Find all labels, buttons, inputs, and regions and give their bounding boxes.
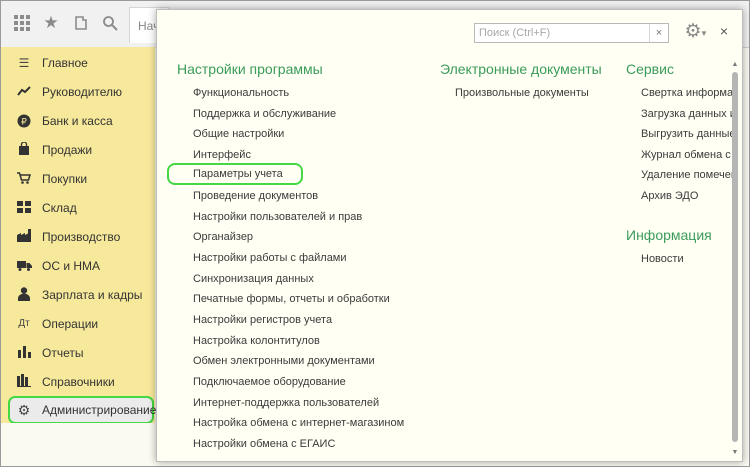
service-link[interactable]: Свертка информа <box>641 87 733 99</box>
sidebar-item-reports[interactable]: Отчеты <box>8 339 152 367</box>
person-icon <box>15 281 33 311</box>
clear-search-button[interactable]: × <box>649 24 668 42</box>
search-icon[interactable] <box>98 11 122 35</box>
info-link[interactable]: Новости <box>641 253 684 265</box>
section-title-settings: Настройки программы <box>177 61 323 77</box>
sidebar-item-label: Банк и касса <box>42 114 113 128</box>
settings-link[interactable]: Настройки регистров учета <box>193 314 332 326</box>
edocs-link[interactable]: Произвольные документы <box>455 87 589 99</box>
scrollbar-thumb[interactable] <box>732 72 738 442</box>
settings-link[interactable]: Интернет-поддержка пользователей <box>193 397 379 409</box>
sidebar-item-administration[interactable]: ⚙ Администрирование <box>8 396 157 424</box>
sidebar-item-label: Главное <box>42 56 88 70</box>
truck-icon <box>15 252 33 281</box>
svg-text:₽: ₽ <box>21 118 27 128</box>
sidebar-item-catalogs[interactable]: Справочники <box>8 368 152 396</box>
sidebar-item-label: Операции <box>42 317 99 331</box>
sidebar-item-sales[interactable]: Продажи <box>8 136 152 164</box>
ruble-coin-icon: ₽ <box>15 107 33 138</box>
sidebar-item-fixed-assets[interactable]: ОС и НМА <box>8 252 152 280</box>
search-input[interactable] <box>477 25 653 40</box>
administration-panel: × ⚙ ▼ × Настройки программы Функциональн… <box>156 9 743 462</box>
app-window: ★ Начальная ☰ Главное Руководителю ₽ Бан… <box>0 0 750 467</box>
vertical-scrollbar[interactable]: ▲ ▼ <box>730 60 740 460</box>
sidebar-item-label: Зарплата и кадры <box>42 288 143 302</box>
sidebar-item-main[interactable]: ☰ Главное <box>8 49 152 77</box>
sidebar-footer <box>1 423 155 466</box>
history-icon[interactable] <box>69 11 93 35</box>
sidebar-item-label: Руководителю <box>42 85 123 99</box>
sidebar-item-label: ОС и НМА <box>42 259 101 273</box>
star-icon[interactable]: ★ <box>39 11 63 35</box>
settings-link[interactable]: Настройка колонтитулов <box>193 335 320 347</box>
settings-link[interactable]: Настройка обмена с интернет-магазином <box>193 417 404 429</box>
search-field[interactable]: × <box>474 23 669 43</box>
service-link[interactable]: Загрузка данных и <box>641 108 736 120</box>
settings-link[interactable]: Органайзер <box>193 231 253 243</box>
scroll-down-icon[interactable]: ▼ <box>730 448 740 458</box>
settings-link[interactable]: Настройки обмена с ЕГАИС <box>193 438 335 450</box>
settings-link[interactable]: Поддержка и обслуживание <box>193 108 336 120</box>
sidebar-item-label: Склад <box>42 201 77 215</box>
settings-link[interactable]: Общие настройки <box>193 128 284 140</box>
section-title-info: Информация <box>626 227 712 243</box>
service-link[interactable]: Журнал обмена с <box>641 149 731 161</box>
gear-icon: ⚙ <box>17 402 31 418</box>
settings-link[interactable]: Обмен электронными документами <box>193 355 375 367</box>
sidebar-item-production[interactable]: Производство <box>8 223 152 251</box>
section-title-service: Сервис <box>626 61 674 77</box>
service-link[interactable]: Удаление помечен <box>641 169 737 181</box>
service-link[interactable]: Архив ЭДО <box>641 190 698 202</box>
sidebar-item-label: Продажи <box>42 143 93 157</box>
books-icon <box>15 368 33 397</box>
sidebar-item-label: Производство <box>42 230 121 244</box>
settings-link[interactable]: Синхронизация данных <box>193 273 314 285</box>
sidebar-item-warehouse[interactable]: Склад <box>8 194 152 222</box>
sidebar-item-operations[interactable]: Дт Операции <box>8 310 152 338</box>
sidebar-item-manager[interactable]: Руководителю <box>8 78 152 106</box>
operations-icon: Дт <box>18 318 30 329</box>
sidebar-item-label: Отчеты <box>42 346 84 360</box>
cart-icon <box>15 165 33 194</box>
settings-link[interactable]: Печатные формы, отчеты и обработки <box>193 293 390 305</box>
bar-chart-icon <box>15 339 33 368</box>
settings-link[interactable]: Интерфейс <box>193 149 251 161</box>
apps-grid-icon[interactable] <box>10 11 34 35</box>
settings-link[interactable]: Настройки пользователей и прав <box>193 211 362 223</box>
sections-sidebar: ☰ Главное Руководителю ₽ Банк и касса Пр… <box>1 47 157 424</box>
sidebar-item-bank[interactable]: ₽ Банк и касса <box>8 107 152 135</box>
sidebar-item-payroll[interactable]: Зарплата и кадры <box>8 281 152 309</box>
settings-link[interactable]: Настройки работы с файлами <box>193 252 347 264</box>
settings-link-accounting-parameters[interactable]: Параметры учета <box>167 163 303 185</box>
settings-link[interactable]: Проведение документов <box>193 190 318 202</box>
sidebar-item-label: Администрирование <box>42 403 157 417</box>
trend-icon <box>15 78 33 106</box>
warehouse-icon <box>15 194 33 223</box>
close-panel-button[interactable]: × <box>715 22 733 40</box>
scroll-up-icon[interactable]: ▲ <box>730 60 740 70</box>
chevron-down-icon[interactable]: ▼ <box>700 29 708 38</box>
sidebar-item-label: Покупки <box>42 172 88 186</box>
service-link[interactable]: Выгрузить данные <box>641 128 735 140</box>
sidebar-item-label: Справочники <box>42 375 115 389</box>
sidebar-item-purchases[interactable]: Покупки <box>8 165 152 193</box>
section-title-edocs: Электронные документы <box>440 61 602 77</box>
settings-link[interactable]: Подключаемое оборудование <box>193 376 346 388</box>
factory-icon <box>15 223 33 252</box>
settings-link[interactable]: Функциональность <box>193 87 289 99</box>
menu-lines-icon: ☰ <box>18 56 30 70</box>
shopping-bag-icon <box>15 136 33 166</box>
